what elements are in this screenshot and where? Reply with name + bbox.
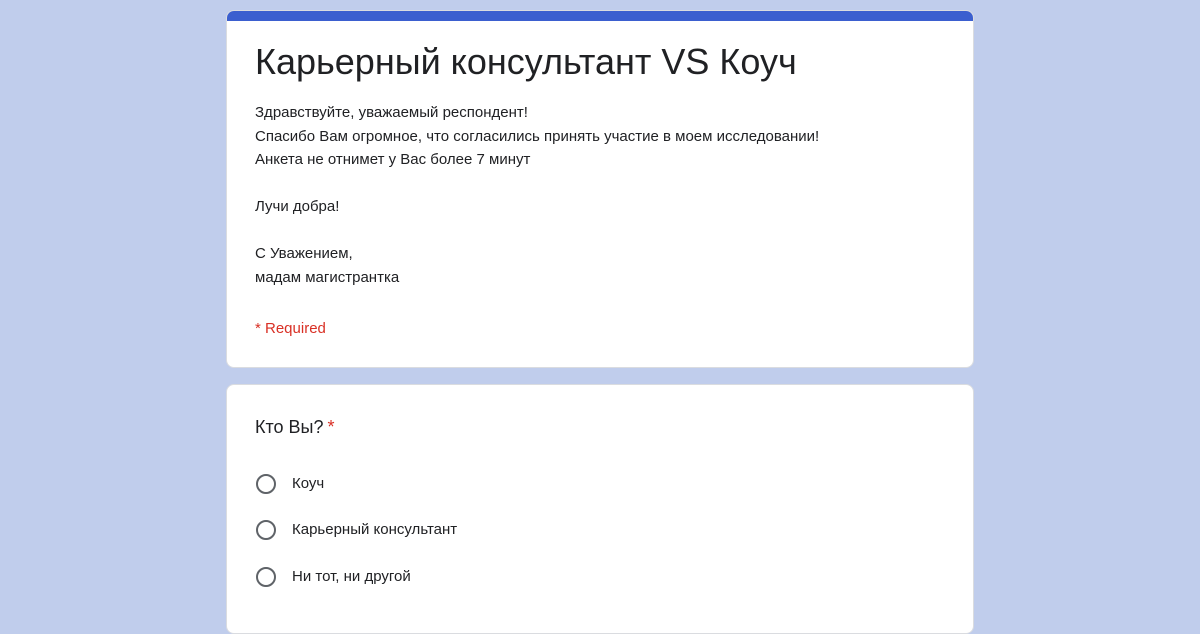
description-line [255, 219, 945, 243]
question-title-text: Кто Вы? [255, 417, 324, 437]
description-line: мадам магистрантка [255, 268, 400, 286]
radio-option-neither[interactable]: Ни тот, ни другой [254, 564, 411, 590]
description-line: Лучи добра! [255, 198, 340, 215]
radio-option-career-consultant[interactable]: Карьерный консультант [254, 517, 457, 543]
description-line: Анкета не отнимет у Вас более 7 минут [255, 151, 531, 168]
radio-button-circle-icon[interactable] [256, 474, 276, 494]
required-note: * Required [255, 320, 326, 337]
question-card [226, 384, 974, 634]
form-accent-bar [227, 11, 973, 21]
form-title: Карьерный консультант VS Коуч [255, 41, 797, 82]
required-asterisk: * [327, 417, 335, 437]
question-title: Кто Вы? * [255, 415, 335, 439]
radio-button-circle-icon[interactable] [256, 567, 276, 587]
description-line [255, 172, 945, 196]
radio-option-label: Ни тот, ни другой [292, 568, 411, 585]
description-line: Спасибо Вам огромное, что согласились пр… [255, 127, 820, 145]
radio-button-circle-icon[interactable] [256, 520, 276, 540]
form-description: Здравствуйте, уважаемый респондент! Спас… [255, 101, 945, 289]
radio-option-label: Коуч [292, 475, 325, 492]
radio-option-coach[interactable]: Коуч [254, 471, 324, 497]
description-line: Здравствуйте, уважаемый респондент! [255, 104, 528, 121]
description-line: С Уважением, [255, 245, 353, 262]
radio-option-label: Карьерный консультант [292, 521, 458, 538]
